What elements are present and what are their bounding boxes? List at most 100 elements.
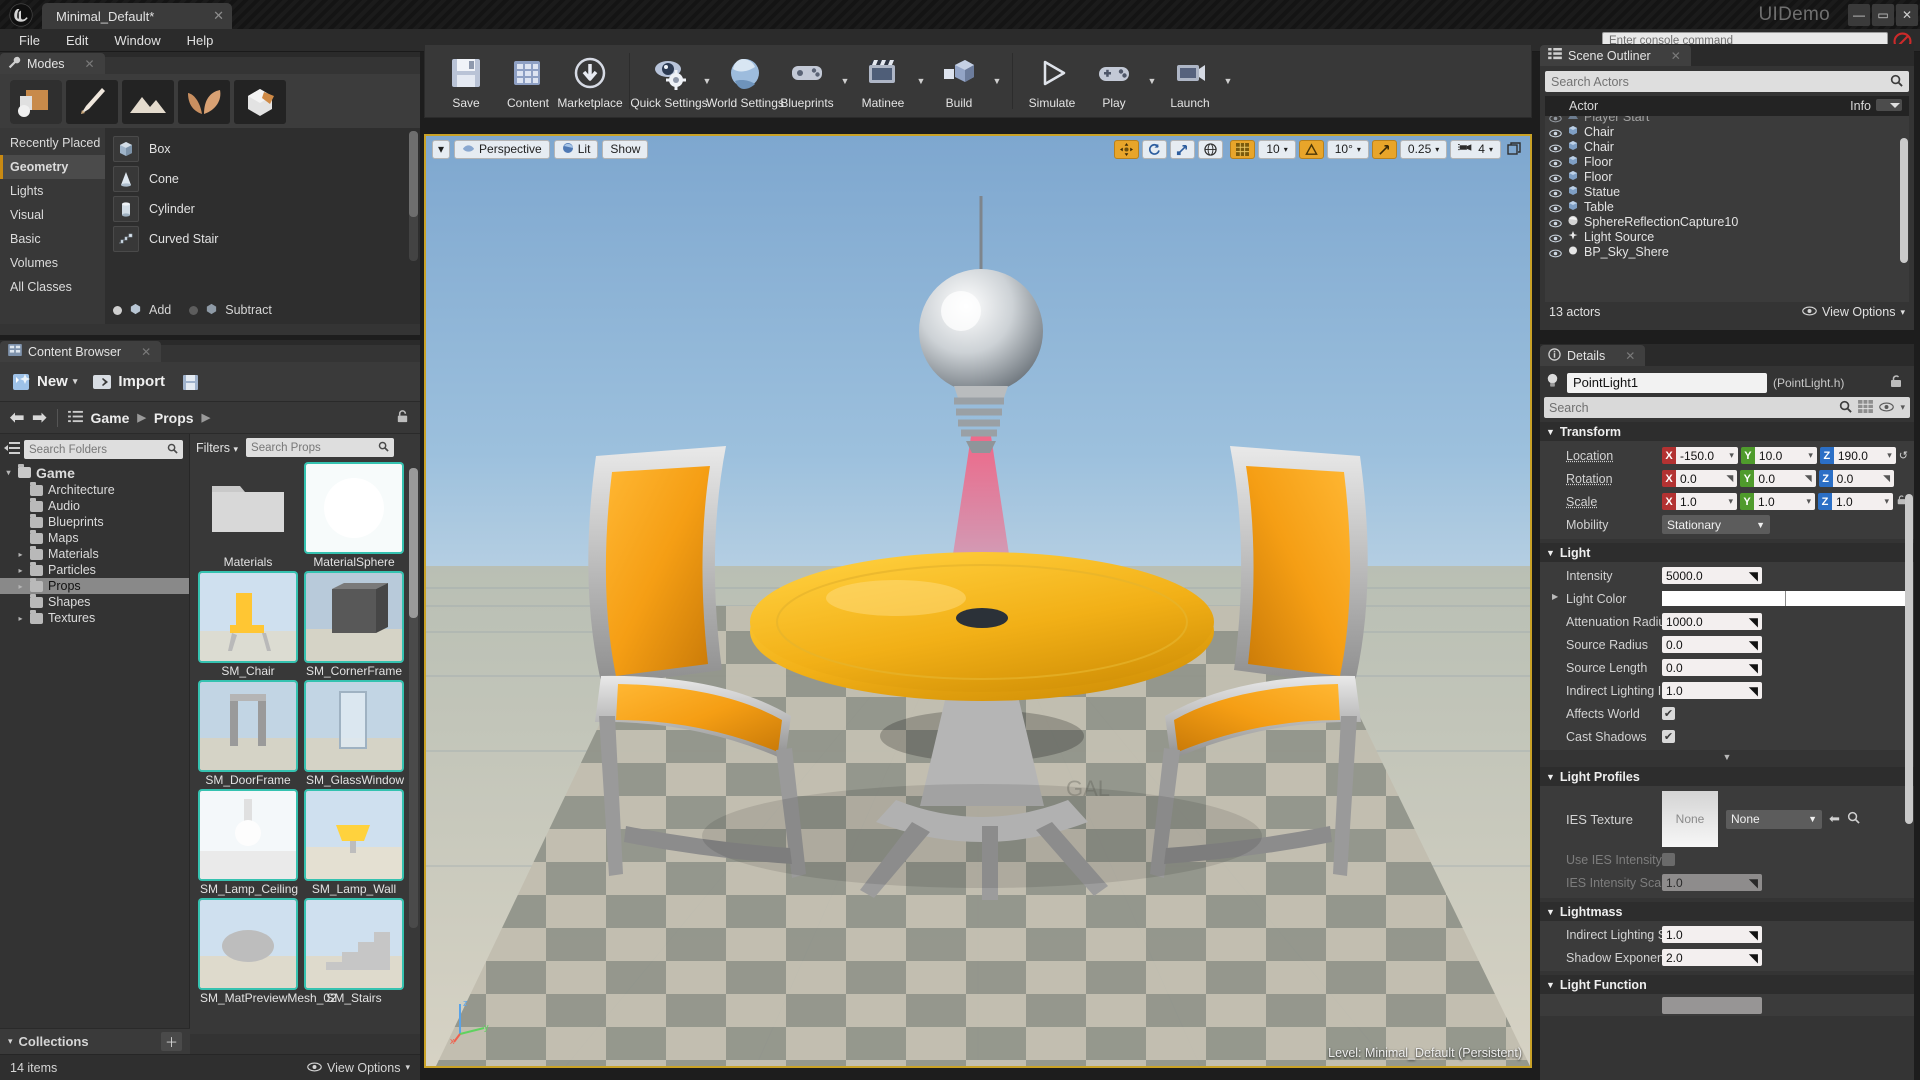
toolbar-button-save[interactable]: Save (435, 48, 497, 114)
folder-tree-item[interactable]: ▾ Game (0, 463, 189, 482)
eye-icon[interactable] (1549, 157, 1562, 167)
minimize-button[interactable]: — (1848, 3, 1870, 26)
ies-texture-select[interactable]: None ▼ (1726, 809, 1822, 829)
tab-modes-close-icon[interactable]: ✕ (85, 57, 95, 71)
mode-category-all-classes[interactable]: All Classes (0, 275, 105, 299)
eye-icon[interactable] (1549, 142, 1562, 152)
eye-icon[interactable] (1549, 116, 1562, 122)
asset-scrollbar[interactable] (409, 468, 418, 928)
brush-subtract-radio[interactable] (189, 305, 199, 315)
outliner-view-options-button[interactable]: View Options ▾ (1802, 305, 1905, 319)
camera-mode-button[interactable]: Perspective (454, 139, 550, 159)
eye-icon[interactable] (1549, 202, 1562, 212)
outliner-row[interactable]: Light Source (1545, 229, 1909, 244)
intensity-input[interactable]: 5000.0 ◥ (1662, 567, 1762, 584)
translate-gizmo-button[interactable] (1114, 139, 1140, 159)
toolbar-button-simulate[interactable]: Simulate (1021, 48, 1083, 114)
mode-button-geometry-editing[interactable] (234, 80, 286, 124)
add-collection-button[interactable]: ＋ (160, 1032, 182, 1051)
filters-button[interactable]: Filters ▾ (196, 441, 238, 455)
shadow-exponent-input[interactable]: 2.0 ◥ (1662, 949, 1762, 966)
light-function-material-input[interactable] (1662, 996, 1762, 1014)
folder-tree-item[interactable]: Architecture (0, 481, 189, 498)
save-all-button[interactable] (179, 371, 201, 393)
viewport-options-button[interactable]: ▾ (432, 139, 451, 159)
mode-category-lights[interactable]: Lights (0, 179, 105, 203)
geometry-item-cylinder[interactable]: Cylinder (105, 194, 420, 224)
menu-help[interactable]: Help (176, 30, 225, 51)
lock-icon[interactable] (395, 409, 410, 427)
folder-tree-item[interactable]: ▸ Materials (0, 545, 189, 562)
affects-world-checkbox[interactable]: ✔ (1662, 707, 1675, 720)
attenuation-radius-input[interactable]: 1000.0 ◥ (1662, 613, 1762, 630)
asset-tile[interactable]: SM_Lamp_Wall (306, 791, 402, 896)
forward-arrow-icon[interactable]: ➡ (32, 408, 46, 428)
eye-icon[interactable] (1549, 217, 1562, 227)
mode-category-volumes[interactable]: Volumes (0, 251, 105, 275)
outliner-column-chooser[interactable] (1876, 98, 1902, 114)
tab-content-browser[interactable]: Content Browser ✕ (0, 341, 162, 362)
section-transform-header[interactable]: ▼ Transform (1540, 422, 1914, 441)
scale-z[interactable]: Z 1.0 ▾ (1818, 493, 1893, 510)
toolbar-button-content[interactable]: Content (497, 48, 559, 114)
geometry-item-box[interactable]: Box (105, 134, 420, 164)
details-grid-view-button[interactable] (1858, 399, 1874, 416)
cast-shadows-checkbox[interactable]: ✔ (1662, 730, 1675, 743)
new-asset-button[interactable]: New ▾ (10, 371, 77, 393)
mode-category-basic[interactable]: Basic (0, 227, 105, 251)
collections-bar[interactable]: ▾ Collections ＋ (0, 1028, 190, 1054)
folder-tree-item[interactable]: Shapes (0, 593, 189, 610)
light-color-swatch[interactable] (1662, 591, 1908, 606)
asset-tile[interactable]: SM_Stairs (306, 900, 402, 1005)
eye-icon[interactable] (1549, 172, 1562, 182)
section-lightmass-header[interactable]: ▼ Lightmass (1540, 902, 1914, 921)
asset-tile[interactable]: MaterialSphere (306, 464, 402, 569)
folder-tree-item[interactable]: ▸ Textures (0, 609, 189, 626)
asset-tile[interactable]: SM_MatPreviewMesh_02 (200, 900, 337, 1005)
folder-tree-item[interactable]: Maps (0, 529, 189, 546)
section-light-function-header[interactable]: ▼ Light Function (1540, 975, 1914, 994)
folder-tree-item[interactable]: Blueprints (0, 513, 189, 530)
details-search-input[interactable]: Search ▾ (1544, 397, 1910, 418)
view-mode-button[interactable]: Lit (553, 139, 599, 159)
path-list-icon[interactable] (67, 410, 83, 426)
rotation-x[interactable]: X 0.0 ◥ (1662, 470, 1738, 487)
mode-category-geometry[interactable]: Geometry (0, 155, 105, 179)
rotation-z[interactable]: Z 0.0 ◥ (1818, 470, 1894, 487)
mode-button-paint[interactable] (66, 80, 118, 124)
tree-twisty-icon[interactable]: ▸ (16, 566, 25, 575)
menu-edit[interactable]: Edit (55, 30, 99, 51)
section-light-profiles-header[interactable]: ▼ Light Profiles (1540, 767, 1914, 786)
outliner-row[interactable]: SphereReflectionCapture10 (1545, 214, 1909, 229)
rotation-snap-toggle[interactable] (1298, 139, 1324, 159)
toolbar-button-world-settings[interactable]: World Settings (706, 48, 784, 114)
back-arrow-icon[interactable]: ⬅ (10, 408, 24, 428)
maximize-button[interactable]: ▭ (1872, 3, 1894, 26)
scale-y[interactable]: Y 1.0 ▾ (1740, 493, 1815, 510)
camera-speed-control[interactable]: 4 ▾ (1450, 139, 1501, 159)
asset-tile[interactable]: Materials (200, 464, 296, 569)
rotation-snap-value[interactable]: 10° ▾ (1326, 139, 1369, 159)
geometry-item-curved-stair[interactable]: Curved Stair (105, 224, 420, 254)
unlock-icon[interactable] (1888, 373, 1910, 392)
world-space-button[interactable] (1198, 139, 1224, 159)
scale-snap-value[interactable]: 0.25 ▾ (1399, 139, 1448, 159)
details-filter-eye-icon[interactable] (1879, 401, 1895, 415)
tab-details-close-icon[interactable]: ✕ (1625, 349, 1635, 363)
eye-icon[interactable] (1549, 232, 1562, 242)
breadcrumb-props[interactable]: Props (154, 410, 194, 426)
folder-tree-item[interactable]: ▸ Particles (0, 561, 189, 578)
outliner-scrollbar[interactable] (1900, 138, 1908, 263)
outliner-row[interactable]: Player Start (1545, 116, 1909, 124)
folder-tree-item[interactable]: ▸ Props (0, 577, 189, 594)
chevron-down-icon[interactable]: ▾ (73, 376, 78, 387)
outliner-row[interactable]: Table (1545, 199, 1909, 214)
outliner-row[interactable]: Floor (1545, 154, 1909, 169)
actor-search-input[interactable]: Search Actors (1545, 71, 1909, 92)
project-tab-close-icon[interactable]: ✕ (183, 8, 224, 24)
asset-tile[interactable]: SM_Chair (200, 573, 296, 678)
toolbar-button-quick-settings[interactable]: Quick Settings (630, 48, 708, 114)
view-options-button[interactable]: View Options ▾ (307, 1061, 410, 1075)
chevron-down-icon-play[interactable]: ▼ (1145, 48, 1159, 114)
tree-twisty-icon[interactable]: ▸ (16, 550, 25, 559)
